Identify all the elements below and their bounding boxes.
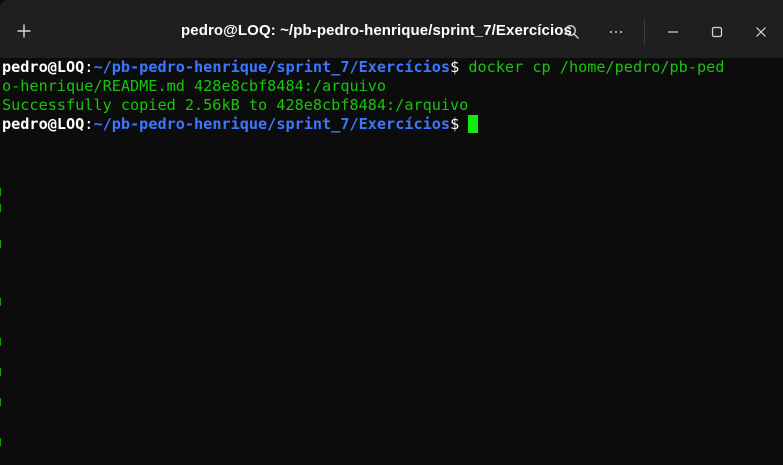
controls-divider	[644, 19, 645, 45]
output-line: Successfully copied 2.56kB to 428e8cbf84…	[2, 96, 468, 115]
prompt-user: pedro@LOQ	[2, 115, 85, 133]
active-prompt-line: pedro@LOQ:~/pb-pedro-henrique/sprint_7/E…	[2, 115, 479, 134]
window-controls	[550, 18, 783, 46]
title-bar: pedro@LOQ: ~/pb-pedro-henrique/sprint_7/…	[0, 0, 783, 58]
prompt-symbol: $	[450, 58, 469, 76]
prompt-symbol: $	[450, 115, 469, 133]
search-icon[interactable]	[550, 18, 594, 46]
close-icon[interactable]	[739, 18, 783, 46]
minimize-icon[interactable]	[651, 18, 695, 46]
prompt-user: pedro@LOQ	[2, 58, 85, 76]
terminal-output[interactable]: pedro@LOQ:~/pb-pedro-henrique/sprint_7/E…	[0, 58, 783, 465]
more-icon[interactable]	[594, 18, 638, 46]
text-cursor	[468, 115, 479, 133]
maximize-icon[interactable]	[695, 18, 739, 46]
output-text: Successfully copied 2.56kB to 428e8cbf84…	[2, 96, 469, 114]
prompt-path: ~/pb-pedro-henrique/sprint_7/Exercícios	[93, 58, 451, 76]
command-line-wrap: o-henrique/README.md 428e8cbf8484:/arqui…	[2, 77, 386, 96]
command-line: pedro@LOQ:~/pb-pedro-henrique/sprint_7/E…	[2, 58, 724, 77]
terminal-window: pedro@LOQ: ~/pb-pedro-henrique/sprint_7/…	[0, 0, 783, 465]
command-text-continued: o-henrique/README.md 428e8cbf8484:/arqui…	[2, 77, 387, 95]
left-edge-marks	[0, 188, 2, 465]
prompt-path: ~/pb-pedro-henrique/sprint_7/Exercícios	[93, 115, 451, 133]
command-text: docker cp /home/pedro/pb-ped	[468, 58, 725, 76]
